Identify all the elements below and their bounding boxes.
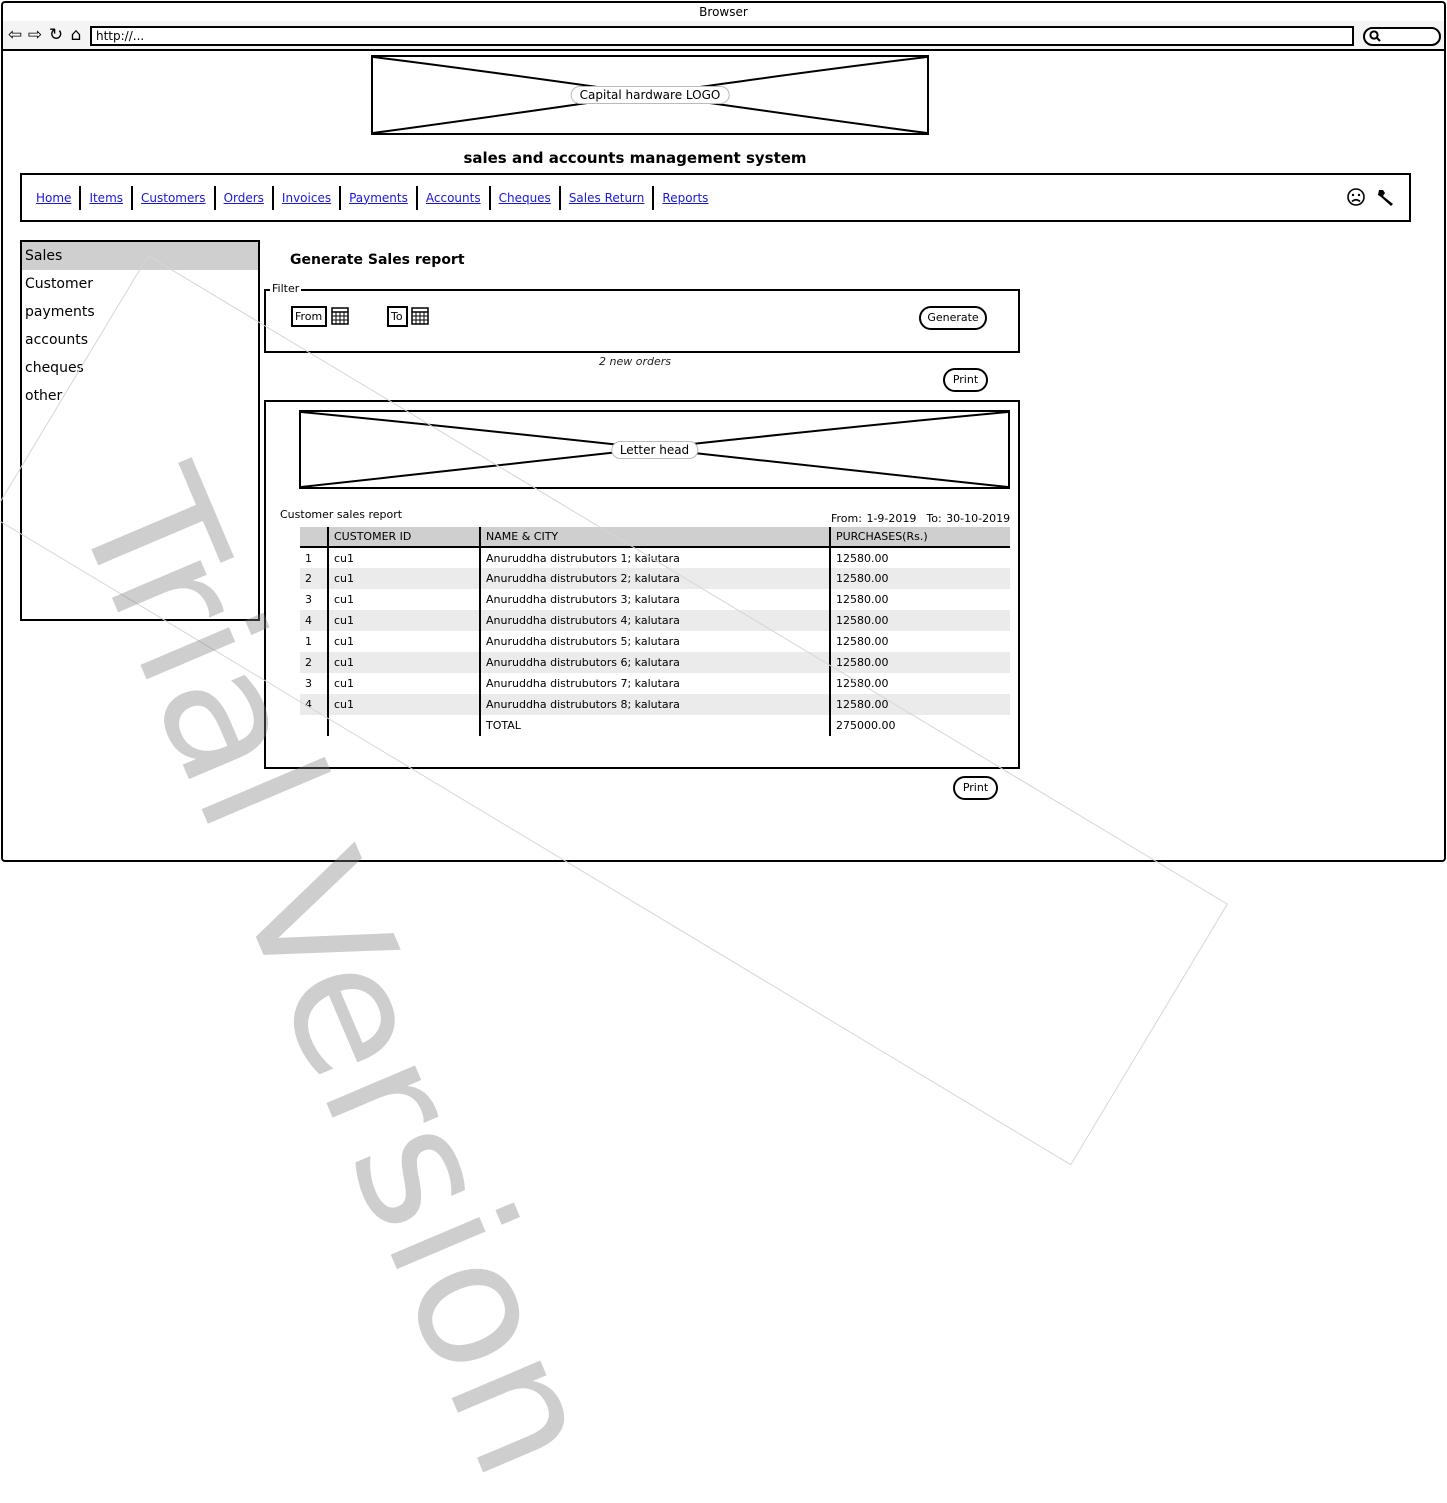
row-index: 3 [305, 677, 312, 690]
wrench-icon[interactable] [1376, 187, 1396, 207]
name-city-cell: Anuruddha distrubutors 2; kalutara [479, 568, 830, 589]
letterhead-label: Letter head [610, 440, 699, 459]
print-button-top[interactable]: Print [943, 368, 988, 392]
back-arrow-icon[interactable]: ⇦ [5, 23, 25, 47]
frown-face-icon[interactable] [1346, 187, 1366, 207]
nav-link-customers[interactable]: Customers [133, 191, 214, 205]
table-row: 3 cu1 Anuruddha distrubutors 7; kalutara… [300, 673, 1010, 694]
name-city-cell: Anuruddha distrubutors 7; kalutara [479, 673, 830, 694]
customer-id-cell [327, 715, 480, 736]
reload-icon[interactable]: ↻ [46, 23, 66, 47]
nav-link-payments[interactable]: Payments [341, 191, 416, 205]
table-row: 4 cu1 Anuruddha distrubutors 4; kalutara… [300, 610, 1010, 631]
nav-link-sales-return[interactable]: Sales Return [561, 191, 653, 205]
row-index: 2 [300, 652, 328, 673]
purchases-cell: 12580.00 [829, 610, 1010, 631]
purchases-cell: 12580.00 [829, 631, 1010, 652]
report-from-date: From: 1-9-2019 [831, 512, 917, 525]
row-index: 3 [305, 593, 312, 606]
row-index: 2 [300, 568, 328, 589]
nav-link-orders[interactable]: Orders [216, 191, 272, 205]
filter-legend: Filter [270, 282, 302, 295]
from-date-field[interactable]: From [291, 306, 327, 327]
table-row: 2 cu1 Anuruddha distrubutors 2; kalutara… [300, 568, 1010, 589]
row-index: 1 [305, 635, 312, 648]
name-city-cell: Anuruddha distrubutors 8; kalutara [479, 694, 830, 715]
forward-arrow-icon[interactable]: ⇨ [25, 23, 45, 47]
nav-link-cheques[interactable]: Cheques [491, 191, 559, 205]
sidebar: Sales Customer payments accounts cheques… [20, 240, 260, 621]
sidebar-item-customer[interactable]: Customer [22, 270, 258, 298]
name-city-cell: Anuruddha distrubutors 3; kalutara [479, 589, 830, 610]
report-to-date: To: 30-10-2019 [926, 512, 1011, 525]
col-header-purchases: PURCHASES(Rs.) [829, 527, 1010, 548]
browser-title: Browser [699, 5, 748, 19]
total-row: TOTAL 275000.00 [300, 715, 1010, 736]
customer-id-cell: cu1 [327, 694, 480, 715]
total-value: 275000.00 [829, 715, 1010, 736]
page-heading: Generate Sales report [290, 252, 465, 268]
customer-id-cell: cu1 [327, 568, 480, 589]
table-row: 2 cu1 Anuruddha distrubutors 6; kalutara… [300, 652, 1010, 673]
print-button-bottom[interactable]: Print [953, 776, 998, 800]
sidebar-item-sales[interactable]: Sales [22, 242, 258, 270]
customer-id-cell: cu1 [327, 631, 480, 652]
customer-id-cell: cu1 [327, 589, 480, 610]
purchases-cell: 12580.00 [829, 652, 1010, 673]
purchases-cell: 12580.00 [829, 694, 1010, 715]
filter-panel [264, 289, 1020, 353]
table-row: 1 cu1 Anuruddha distrubutors 5; kalutara… [300, 631, 1010, 652]
table-row: 4 cu1 Anuruddha distrubutors 8; kalutara… [300, 694, 1010, 715]
name-city-cell: Anuruddha distrubutors 5; kalutara [479, 631, 830, 652]
to-calendar-icon[interactable] [411, 307, 429, 325]
nav-link-home[interactable]: Home [28, 191, 79, 205]
customer-id-cell: cu1 [327, 673, 480, 694]
new-orders-notice: 2 new orders [599, 355, 671, 368]
report-caption: Customer sales report [280, 508, 403, 521]
from-calendar-icon[interactable] [331, 307, 349, 325]
top-nav-bar: Home Items Customers Orders Invoices Pay… [20, 173, 1411, 222]
row-index: 1 [305, 551, 312, 565]
logo-label: Capital hardware LOGO [570, 86, 730, 104]
total-label: TOTAL [479, 715, 830, 736]
sales-report-table: CUSTOMER ID NAME & CITY PURCHASES(Rs.) 1… [300, 527, 1010, 736]
col-header-customer-id: CUSTOMER ID [327, 527, 480, 548]
sidebar-item-payments[interactable]: payments [22, 298, 258, 326]
home-icon[interactable]: ⌂ [66, 23, 86, 47]
report-date-range: From: 1-9-2019 To: 30-10-2019 [831, 512, 1020, 525]
name-city-cell: Anuruddha distrubutors 4; kalutara [479, 610, 830, 631]
row-index [300, 715, 328, 736]
customer-id-cell: cu1 [327, 610, 480, 631]
sidebar-item-accounts[interactable]: accounts [22, 326, 258, 354]
nav-link-invoices[interactable]: Invoices [274, 191, 339, 205]
table-row: 1 cu1 Anuruddha distrubutors 1; kalutara… [300, 547, 1010, 568]
nav-link-items[interactable]: Items [81, 191, 131, 205]
row-index: 4 [300, 694, 328, 715]
name-city-cell: Anuruddha distrubutors 1; kalutara [479, 547, 830, 568]
app-title: sales and accounts management system [463, 149, 807, 167]
generate-button[interactable]: Generate [919, 306, 987, 330]
row-index: 4 [300, 610, 328, 631]
nav-link-reports[interactable]: Reports [654, 191, 716, 205]
table-row: 3 cu1 Anuruddha distrubutors 3; kalutara… [300, 589, 1010, 610]
customer-id-cell: cu1 [327, 652, 480, 673]
sidebar-item-cheques[interactable]: cheques [22, 354, 258, 382]
logo-placeholder: Capital hardware LOGO [371, 55, 929, 135]
col-header-index [300, 527, 328, 548]
sidebar-item-other[interactable]: other [22, 382, 258, 410]
customer-id-cell: cu1 [327, 547, 480, 568]
table-header-row: CUSTOMER ID NAME & CITY PURCHASES(Rs.) [300, 527, 1010, 548]
purchases-cell: 12580.00 [829, 568, 1010, 589]
to-date-field[interactable]: To [387, 306, 408, 327]
purchases-cell: 12580.00 [829, 589, 1010, 610]
nav-link-accounts[interactable]: Accounts [418, 191, 489, 205]
purchases-cell: 12580.00 [829, 673, 1010, 694]
browser-search-field[interactable] [1363, 27, 1441, 46]
col-header-name-city: NAME & CITY [479, 527, 830, 548]
search-icon [1369, 30, 1381, 42]
url-input[interactable]: http://... [90, 26, 1354, 46]
purchases-cell: 12580.00 [829, 547, 1010, 568]
letterhead-placeholder: Letter head [299, 410, 1010, 489]
name-city-cell: Anuruddha distrubutors 6; kalutara [479, 652, 830, 673]
